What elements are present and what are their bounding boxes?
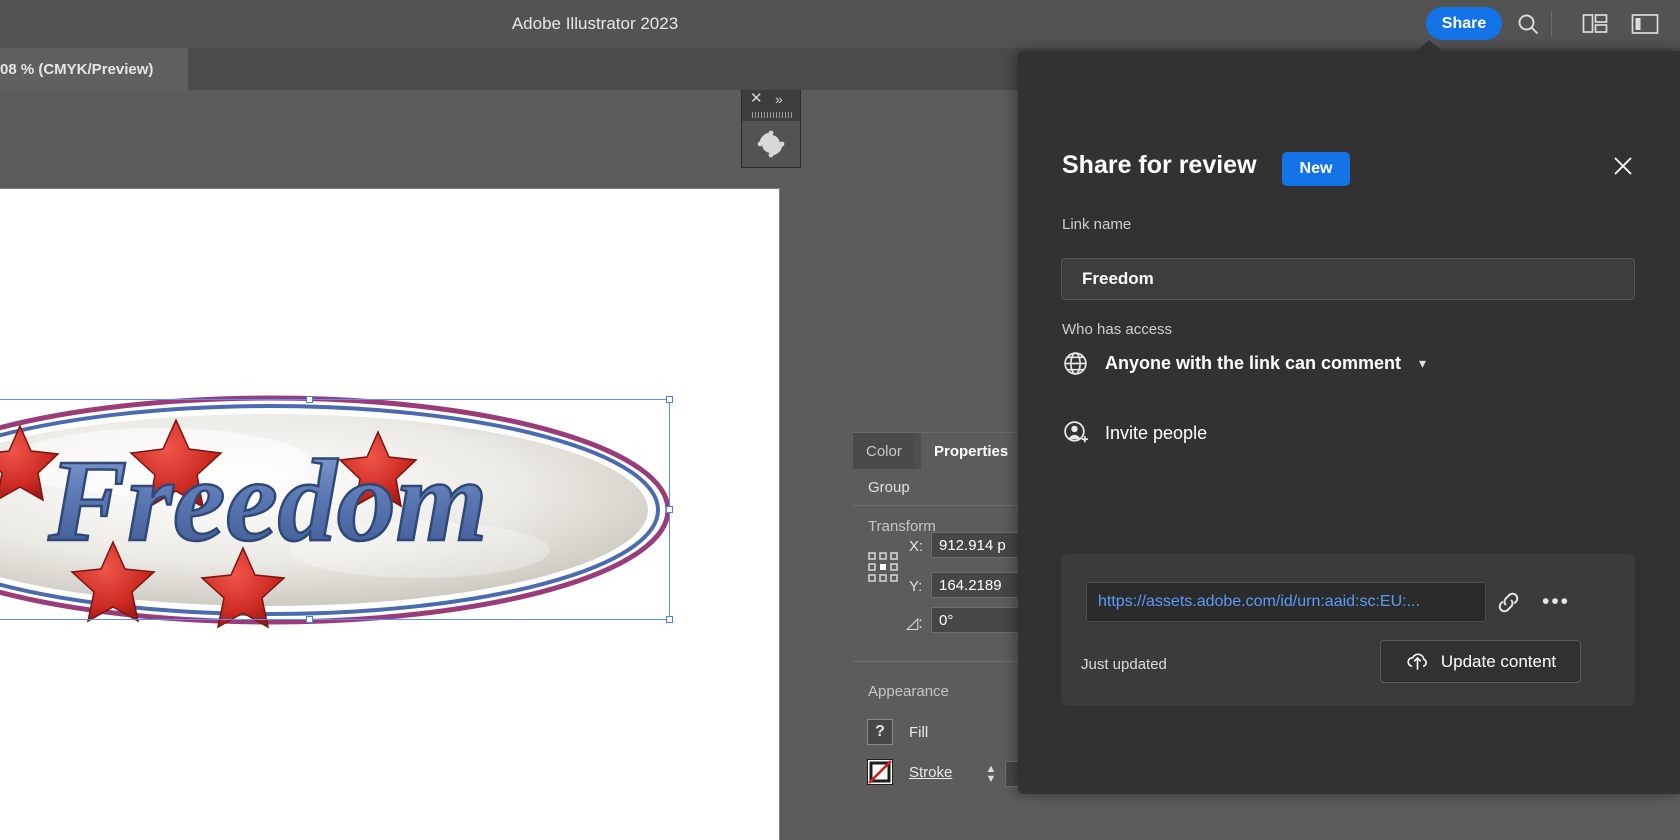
share-popover-title: Share for review — [1062, 151, 1257, 179]
more-options-icon[interactable]: ••• — [1536, 582, 1576, 622]
cloud-upload-icon — [1407, 653, 1427, 670]
selection-handle[interactable] — [306, 396, 313, 403]
popover-caret — [1416, 40, 1442, 51]
share-status-text: Just updated — [1081, 656, 1167, 673]
illustrator-window: Freedom ✕ » Color Properties Group Trans… — [0, 0, 1680, 840]
selection-handle[interactable] — [666, 506, 673, 513]
app-title: Adobe Illustrator 2023 — [511, 14, 679, 33]
document-tab-label: 08 % (CMYK/Preview) — [0, 60, 154, 78]
share-link-card: https://assets.adobe.com/id/urn:aaid:sc:… — [1061, 554, 1635, 706]
chevron-down-icon[interactable]: ▾ — [1419, 355, 1426, 372]
selection-handle[interactable] — [666, 396, 673, 403]
add-person-icon — [1064, 420, 1088, 442]
transform-section-title: Transform — [868, 518, 936, 535]
who-has-access-label: Who has access — [1062, 321, 1173, 338]
search-icon[interactable] — [1513, 9, 1543, 39]
angle-icon-label: ◿: — [906, 615, 923, 632]
stroke-label[interactable]: Stroke — [909, 764, 952, 781]
y-label: Y: — [909, 578, 923, 595]
panel-toggle-icon[interactable] — [1630, 9, 1660, 39]
angle-value: 0° — [939, 611, 954, 629]
shaper-rotate-icon[interactable] — [755, 128, 787, 160]
floating-panel-header: ✕ » — [742, 89, 800, 109]
link-name-input[interactable]: Freedom — [1061, 258, 1635, 300]
globe-icon — [1064, 351, 1087, 375]
invite-people-label: Invite people — [1105, 422, 1208, 443]
selection-handle[interactable] — [306, 616, 313, 623]
tab-color[interactable]: Color — [853, 433, 915, 469]
share-link-input[interactable]: https://assets.adobe.com/id/urn:aaid:sc:… — [1086, 582, 1486, 622]
tab-properties[interactable]: Properties — [921, 433, 1022, 469]
stroke-weight-stepper[interactable]: ▲ ▼ — [981, 759, 1001, 789]
link-name-label: Link name — [1062, 216, 1132, 233]
appearance-section-title: Appearance — [868, 683, 949, 700]
link-chain-icon[interactable] — [1486, 582, 1531, 622]
access-level-dropdown[interactable]: Anyone with the link can comment ▾ — [1062, 347, 1426, 379]
new-badge: New — [1282, 152, 1350, 186]
document-tab[interactable]: 08 % (CMYK/Preview) — [0, 48, 188, 90]
floating-panel-body — [742, 121, 800, 167]
workspace-layout-icon[interactable] — [1580, 9, 1610, 39]
stroke-swatch[interactable] — [867, 759, 893, 785]
access-level-value: Anyone with the link can comment — [1105, 352, 1402, 373]
reference-point-icon[interactable] — [867, 551, 899, 583]
share-button[interactable]: Share — [1426, 7, 1502, 40]
selection-handle[interactable] — [666, 616, 673, 623]
angle-input[interactable]: 0° ▾ — [931, 607, 1031, 633]
fill-swatch[interactable]: ? — [867, 719, 893, 745]
floating-tool-panel[interactable]: ✕ » — [741, 88, 801, 168]
toolbar-divider — [1551, 11, 1552, 37]
x-label: X: — [909, 538, 924, 555]
close-icon[interactable]: ✕ — [750, 91, 763, 107]
invite-people-row[interactable]: Invite people — [1062, 417, 1207, 449]
fill-label: Fill — [909, 724, 929, 741]
close-icon[interactable] — [1608, 151, 1638, 181]
drag-grip-handle[interactable] — [752, 112, 792, 118]
selection-bounding-box[interactable] — [0, 399, 670, 620]
share-for-review-popover: Share for review New Link name Freedom W… — [1018, 40, 1680, 794]
collapse-chevrons-icon[interactable]: » — [775, 91, 783, 107]
update-content-label: Update content — [1440, 651, 1557, 671]
update-content-button[interactable]: Update content — [1380, 640, 1581, 683]
